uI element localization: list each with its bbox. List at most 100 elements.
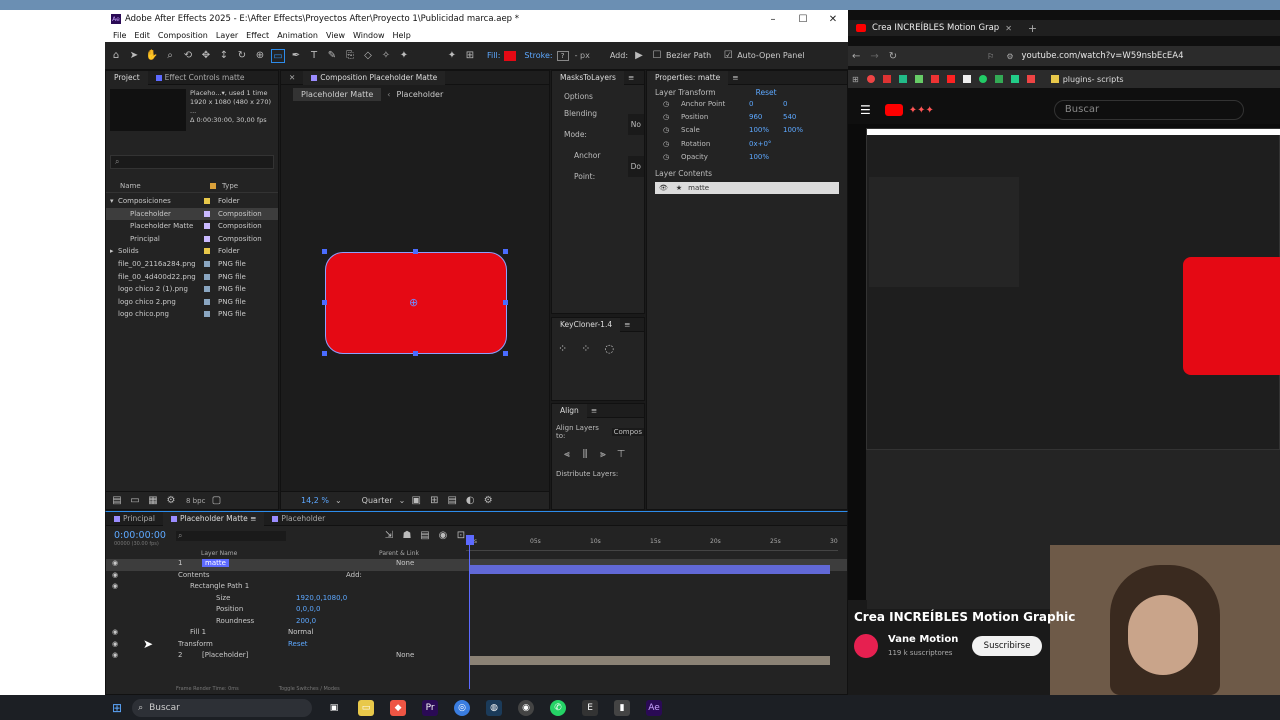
keycloner-paste-icon[interactable]: ⁘ xyxy=(581,342,590,355)
selection-tool-icon[interactable]: ➤ xyxy=(127,49,141,63)
taskbar-search[interactable]: ⌕ Buscar xyxy=(132,698,313,717)
property-value[interactable]: 100% xyxy=(783,126,803,134)
minimize-icon[interactable]: – xyxy=(758,14,788,25)
resolution-select[interactable]: Quarter xyxy=(362,496,393,505)
bookmark-icon[interactable] xyxy=(994,75,1003,83)
zoom-level[interactable]: 14,2 % xyxy=(301,496,329,505)
apps-icon[interactable]: ⊞ xyxy=(852,75,859,84)
timeline-layer-name[interactable]: Transform xyxy=(178,640,213,648)
after-effects-icon[interactable]: Ae xyxy=(646,699,663,716)
label-swatch[interactable] xyxy=(204,235,210,242)
tab-masks-to-layers[interactable]: MasksToLayers xyxy=(552,70,624,85)
rectangle-tool-icon[interactable]: ▭ xyxy=(271,48,285,63)
property-value[interactable]: 0x+0° xyxy=(749,140,771,148)
timecode[interactable]: 0:00:00:00 xyxy=(114,530,166,541)
project-item[interactable]: Principal Composition xyxy=(106,233,278,246)
roto-tool-icon[interactable]: ✧ xyxy=(379,49,393,63)
timeline-value[interactable]: Normal xyxy=(288,628,313,636)
transform-handle[interactable] xyxy=(503,300,508,305)
bookmark-icon[interactable]: ⚐ xyxy=(987,52,994,61)
eye-icon[interactable]: 👁 xyxy=(659,184,668,192)
eraser-tool-icon[interactable]: ◇ xyxy=(361,49,375,63)
timeline-row[interactable]: Size 1920,0,1080,0 xyxy=(106,594,847,606)
start-icon[interactable]: ⊞ xyxy=(112,701,122,715)
fill-swatch[interactable] xyxy=(504,50,517,61)
label-swatch[interactable] xyxy=(204,260,210,267)
region-icon[interactable]: ▣ xyxy=(409,494,423,508)
hand-tool-icon[interactable]: ✋ xyxy=(145,49,159,63)
premiere-icon[interactable]: Pr xyxy=(422,699,439,716)
interpret-icon[interactable]: ▤ xyxy=(110,494,124,508)
clone-tool-icon[interactable]: ⎘ xyxy=(343,49,357,63)
bookmark-icon[interactable] xyxy=(866,75,875,83)
stroke-width[interactable]: - px xyxy=(575,51,590,60)
playhead-icon[interactable] xyxy=(466,535,474,545)
menu-effect[interactable]: Effect xyxy=(246,31,269,40)
property-value[interactable]: 100% xyxy=(749,153,769,161)
project-item[interactable]: Placeholder Composition xyxy=(106,207,278,221)
timeline-layer-name[interactable]: [Placeholder] xyxy=(202,651,248,659)
motion-blur-icon[interactable]: ◉ xyxy=(436,529,450,543)
youtube-search-input[interactable]: Buscar xyxy=(1053,100,1244,120)
blending-mode-select[interactable]: No xyxy=(627,113,644,135)
timeline-value[interactable]: 0,0,0,0 xyxy=(296,605,321,613)
channel-name[interactable]: Vane Motion xyxy=(888,634,958,645)
stopwatch-icon[interactable]: ◷ xyxy=(663,153,669,161)
timeline-layer-name[interactable]: Rectangle Path 1 xyxy=(190,582,249,590)
bookmark-icon[interactable] xyxy=(930,75,939,83)
parent-select[interactable]: None xyxy=(396,559,414,567)
col-name-header[interactable]: Name xyxy=(120,182,141,190)
bookmark-icon[interactable] xyxy=(962,75,971,83)
brave-icon[interactable]: ◆ xyxy=(390,699,407,716)
task-view-icon[interactable]: ▣ xyxy=(326,700,342,716)
pan-behind-tool-icon[interactable]: ⊕ xyxy=(253,49,267,63)
maximize-icon[interactable]: ☐ xyxy=(788,14,818,25)
timeline-row[interactable]: ◉ Rectangle Path 1 xyxy=(106,582,847,594)
timeline-layer-name[interactable]: Contents xyxy=(178,571,210,579)
label-swatch[interactable] xyxy=(204,311,210,318)
layer-bar-matte[interactable] xyxy=(470,565,830,574)
bookmark-icon[interactable] xyxy=(1026,75,1035,83)
timeline-layer-name[interactable]: Roundness xyxy=(216,617,254,625)
close-icon[interactable]: ✕ xyxy=(818,14,848,25)
obs-icon[interactable]: ◉ xyxy=(518,699,535,716)
layer-bar-placeholder[interactable] xyxy=(470,656,830,665)
tab-align[interactable]: Align xyxy=(552,403,587,418)
avatar[interactable] xyxy=(854,634,878,658)
new-folder-icon[interactable]: ▭ xyxy=(128,494,142,508)
anchor-point-icon[interactable]: ⊕ xyxy=(409,296,418,309)
menu-help[interactable]: Help xyxy=(393,31,411,40)
snap-icon[interactable]: ✦ xyxy=(445,49,459,63)
stopwatch-icon[interactable]: ◷ xyxy=(663,140,669,148)
label-swatch[interactable] xyxy=(204,273,210,280)
brush-tool-icon[interactable]: ✎ xyxy=(325,49,339,63)
align-to-select[interactable]: Compos xyxy=(611,428,644,436)
trash-icon[interactable]: ▢ xyxy=(209,494,223,508)
browser-tab-title[interactable]: Crea INCREÍBLES Motion Grap xyxy=(872,23,999,33)
visibility-icon[interactable]: ◉ xyxy=(112,559,118,567)
chevron-down-icon[interactable]: ⌄ xyxy=(335,496,342,505)
tab-placeholder[interactable]: Placeholder xyxy=(264,512,333,526)
anchor-point-select[interactable]: Do xyxy=(627,155,644,177)
transform-handle[interactable] xyxy=(413,249,418,254)
tab-composition[interactable]: Composition Placeholder Matte xyxy=(303,70,446,85)
label-swatch[interactable] xyxy=(204,223,210,230)
visibility-icon[interactable]: ◉ xyxy=(112,651,118,659)
menu-view[interactable]: View xyxy=(326,31,345,40)
align-center-icon[interactable]: ⫼ xyxy=(578,448,592,462)
project-item[interactable]: logo chico 2 (1).png PNG file xyxy=(106,283,278,296)
timeline-row[interactable]: ◉ Transform Reset xyxy=(106,640,847,652)
project-item[interactable]: Placeholder Matte Composition xyxy=(106,220,278,233)
comp-flow-icon[interactable]: ⇲ xyxy=(382,529,396,543)
project-item[interactable]: file_00_2116a284.png PNG file xyxy=(106,258,278,271)
file-explorer-icon[interactable]: ▭ xyxy=(358,699,375,716)
visibility-icon[interactable]: ◉ xyxy=(112,582,118,590)
mask-icon[interactable]: ▤ xyxy=(445,494,459,508)
bookmark-icon[interactable] xyxy=(882,75,891,83)
menu-file[interactable]: File xyxy=(113,31,126,40)
menu-icon[interactable]: ☰ xyxy=(860,103,871,117)
content-item-matte[interactable]: 👁 ★ matte xyxy=(655,182,839,195)
app-icon[interactable]: ▮ xyxy=(614,699,631,716)
menu-composition[interactable]: Composition xyxy=(158,31,208,40)
col-type-header[interactable]: Type xyxy=(222,182,238,190)
